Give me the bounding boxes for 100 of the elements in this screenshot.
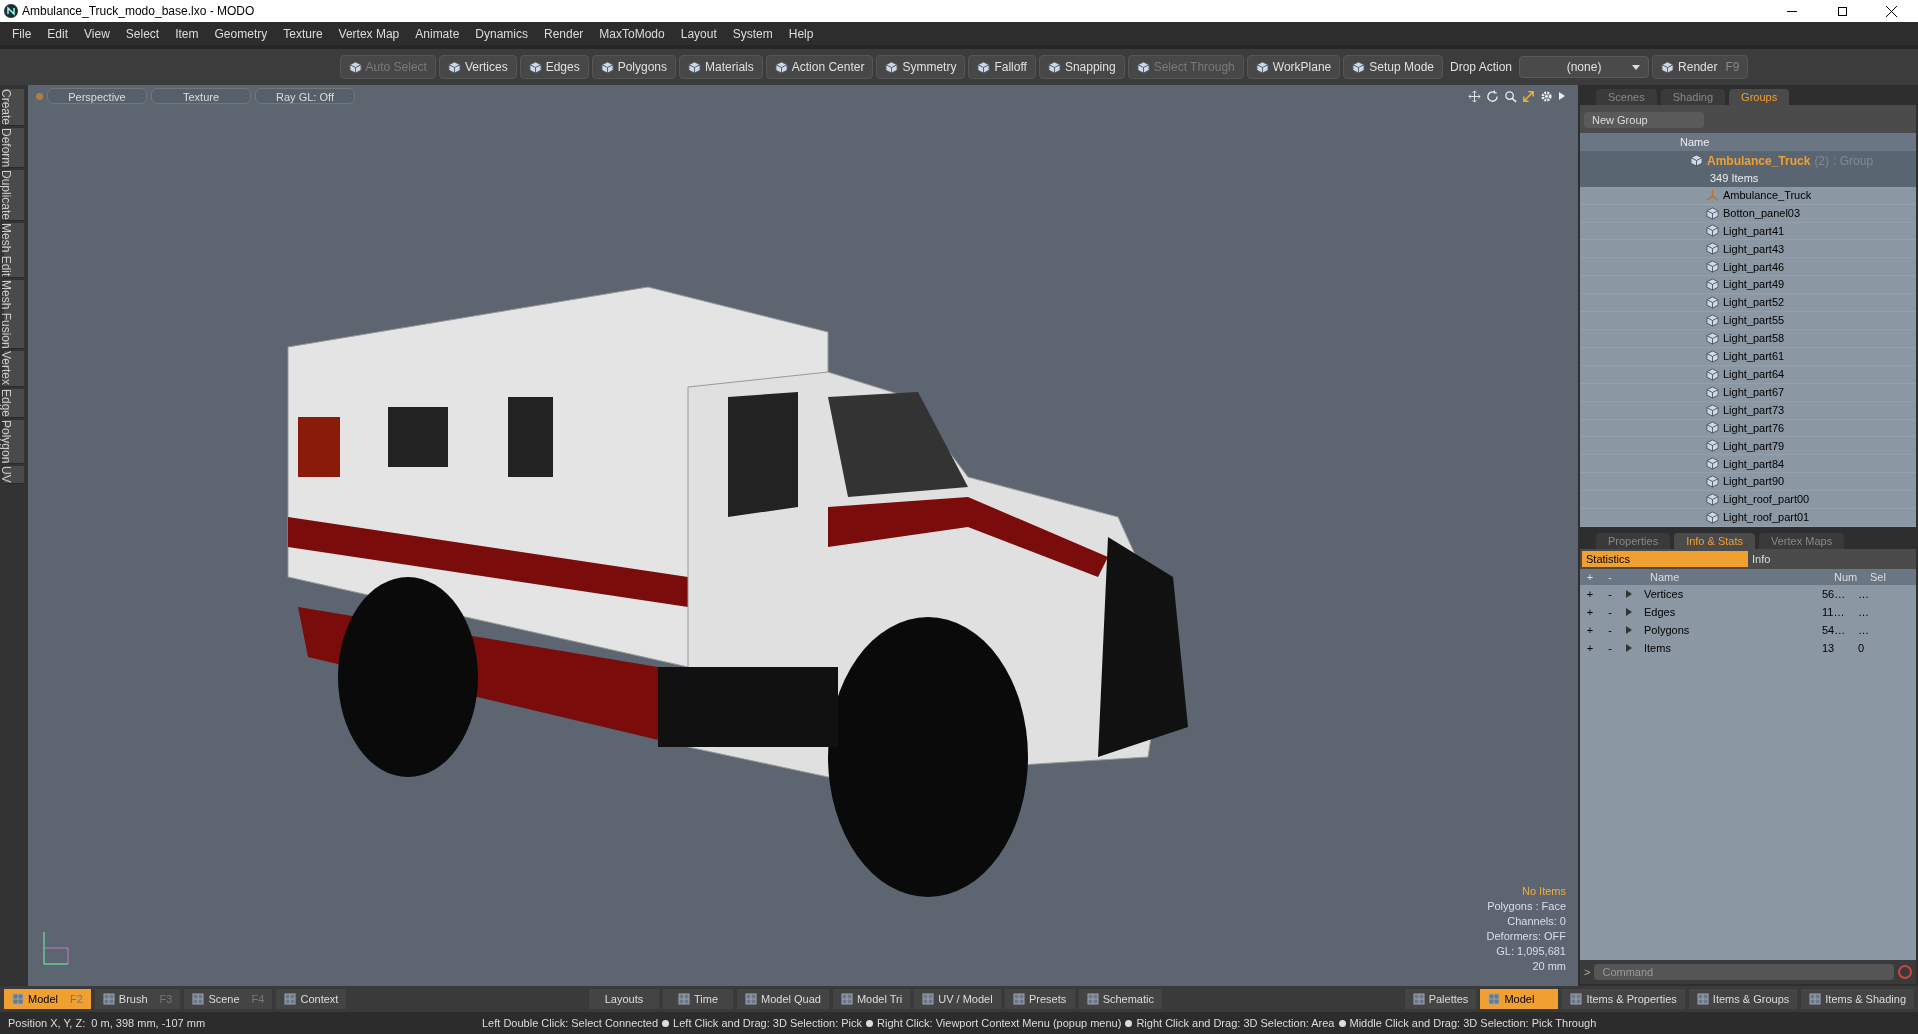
tree-item[interactable]: Botton_panel03 [1723,204,1801,222]
tree-item[interactable]: Light_part55 [1723,312,1785,329]
menu-item[interactable]: Help [780,24,822,43]
settings-icon[interactable] [1540,89,1553,103]
tree-item[interactable]: Light_part41 [1723,222,1785,240]
mode-tab[interactable]: Model F2 [4,989,91,1009]
expand-button[interactable]: + [1580,639,1600,657]
tree-item[interactable]: Light_part43 [1723,240,1785,258]
move-icon[interactable] [1468,89,1481,103]
menu-item[interactable]: File [4,24,40,43]
tree-item[interactable]: Light_part90 [1723,473,1785,490]
expand-arrow-icon[interactable] [1522,89,1535,103]
toolbar-button[interactable]: Snapping [1038,55,1125,79]
search-icon[interactable] [1504,89,1517,103]
bullet-icon [1338,1019,1346,1027]
tree-item[interactable]: Light_part58 [1723,330,1785,347]
panel-tab[interactable]: Groups [1729,88,1790,105]
collapse-button[interactable]: - [1600,585,1620,603]
side-tab[interactable]: Vertex [4,351,24,387]
toolbar-button[interactable]: Symmetry [876,55,966,79]
tree-item[interactable]: Light_part67 [1723,383,1785,401]
tree-item[interactable]: Light_part79 [1723,437,1785,455]
layout-tab[interactable]: Items & Shading [1801,989,1914,1009]
menu-item[interactable]: MaxToModo [591,24,673,43]
side-tab[interactable]: Mesh Edit [4,223,24,278]
side-tab[interactable]: Create [4,89,24,127]
side-tab[interactable]: Mesh Fusion [4,279,24,350]
collapse-button[interactable]: - [1600,639,1620,657]
tree-item[interactable]: Light_part64 [1723,366,1785,383]
toolbar-button[interactable]: Setup Mode [1343,55,1443,79]
toolbar-button[interactable]: Render F9 [1652,55,1749,79]
command-field[interactable]: Command [1594,964,1894,980]
rotate-icon[interactable] [1486,89,1499,103]
close-icon[interactable] [1886,5,1897,17]
menu-item[interactable]: Item [167,24,207,43]
menu-item[interactable]: Render [536,24,592,43]
tree-item[interactable]: Light_part73 [1723,401,1785,419]
tree-item[interactable]: Light_part49 [1723,276,1785,293]
cube-icon [1255,60,1269,74]
tree-item[interactable]: Light_part84 [1723,455,1785,472]
play-icon[interactable] [1558,91,1566,101]
layout-button[interactable]: Layouts [589,989,659,1009]
menu-item[interactable]: System [724,24,781,43]
layout-tab[interactable]: Palettes [1404,989,1477,1009]
expand-button[interactable]: + [1580,621,1600,639]
expand-button[interactable]: + [1580,603,1600,621]
menu-item[interactable]: Dynamics [467,24,536,43]
tree-item[interactable]: Light_part61 [1723,348,1785,365]
cube-icon [1136,60,1150,74]
side-tab[interactable]: UV [4,465,24,484]
tree-item[interactable]: Light_roof_part01 [1723,509,1810,526]
menu-item[interactable]: Geometry [206,24,276,43]
menu-item[interactable]: View [76,24,118,43]
layout-button[interactable]: Presets [1004,989,1075,1009]
collapse-button[interactable]: - [1600,621,1620,639]
triangle-icon[interactable] [1626,644,1632,652]
triangle-icon[interactable] [1626,608,1632,616]
viewport-tab[interactable]: Perspective [47,88,147,104]
menu-item[interactable]: Select [117,24,168,43]
menu-item[interactable]: Texture [275,24,331,43]
toolbar-button[interactable]: WorkPlane [1246,55,1341,79]
tree-item[interactable]: Ambulance_Truck [1723,186,1812,204]
toolbar-button[interactable]: Polygons [591,55,677,79]
layout-button[interactable]: UV / Model [914,989,1001,1009]
toolbar-button[interactable]: Falloff [968,55,1036,79]
toolbar-button[interactable]: Edges [519,55,589,79]
toolbar-button[interactable]: Vertices [438,55,517,79]
toolbar-button[interactable]: Action Center [765,55,874,79]
panel-tab[interactable]: Info & Stats [1674,532,1755,549]
cube-icon [1047,60,1061,74]
menu-item[interactable]: Layout [672,24,725,43]
side-tab[interactable]: Deform [4,128,24,169]
menu-item[interactable]: Edit [39,24,77,43]
drop-action-dropdown[interactable]: (none) [1519,56,1650,78]
menu-item[interactable]: Animate [407,24,468,43]
layout-tab[interactable]: Items & Groups [1688,989,1798,1009]
expand-button[interactable]: + [1580,585,1600,603]
layout-button[interactable]: Model Tri [832,989,911,1009]
viewport-tab[interactable]: Ray GL: Off [255,88,355,104]
subtab[interactable]: Statistics [1582,551,1748,567]
tree-item[interactable]: Light_part76 [1723,419,1785,437]
collapse-button[interactable]: - [1600,603,1620,621]
viewport-tab[interactable]: Texture [151,88,251,104]
cube-icon [688,60,702,74]
toolbar-button[interactable]: Materials [679,55,763,79]
triangle-icon[interactable] [1626,626,1632,634]
tree-item[interactable]: Light_roof_part00 [1723,491,1810,508]
layout-button[interactable]: Schematic [1078,989,1162,1009]
viewport-stat: Polygons : Face [1487,899,1566,914]
layout-button[interactable]: Time [663,989,733,1009]
layout-tab[interactable]: Items & Properties [1562,989,1685,1009]
layout-button[interactable]: Model Quad [737,989,829,1009]
layout-tab[interactable]: Model [1480,989,1559,1009]
tree-item[interactable]: Light_part52 [1723,294,1785,311]
menu-item[interactable]: Vertex Map [330,24,408,43]
new-group-button[interactable]: New Group [1584,112,1704,128]
record-icon[interactable] [1898,965,1912,979]
mode-tab[interactable]: Context [276,989,347,1009]
triangle-icon[interactable] [1626,590,1632,598]
tree-item[interactable]: Light_part46 [1723,258,1785,276]
